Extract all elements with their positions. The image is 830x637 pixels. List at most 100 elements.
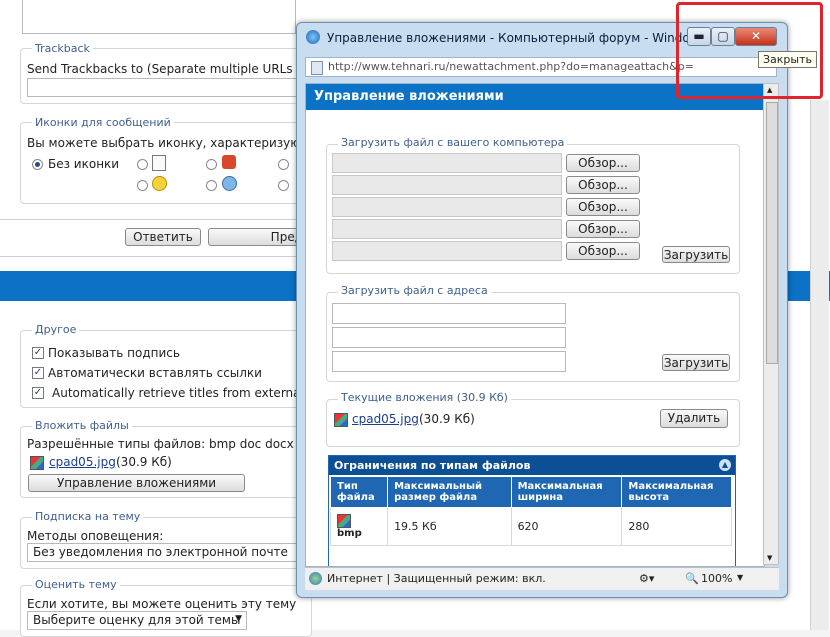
smile-icon	[152, 176, 167, 191]
ie-icon	[306, 30, 320, 44]
auto-titles-checkbox[interactable]: ✓	[32, 387, 44, 399]
auto-links-checkbox[interactable]: ✓	[32, 367, 44, 379]
file-path-input[interactable]	[332, 197, 562, 217]
notify-label: Методы оповещения:	[27, 529, 164, 543]
limits-header-cell: Максимальный размер файла	[387, 476, 512, 508]
other-legend: Другое	[32, 323, 80, 336]
upload-url-button[interactable]: Загрузить	[662, 354, 730, 371]
file-path-input[interactable]	[332, 153, 562, 173]
icon-radio-2[interactable]	[206, 159, 217, 170]
divider	[0, 256, 300, 257]
current-file-link[interactable]: cpad05.jpg	[352, 412, 419, 426]
icons-legend: Иконки для сообщений	[32, 116, 174, 129]
rate-legend: Оценить тему	[32, 578, 120, 591]
show-signature-checkbox[interactable]: ✓	[32, 347, 44, 359]
limits-table: Тип файла Максимальный размер файла Максим…	[329, 476, 732, 546]
url-input-2[interactable]	[332, 327, 566, 348]
current-file-size: (30.9 Кб)	[419, 412, 475, 426]
close-tooltip: Закрыть	[758, 51, 817, 68]
icon-radio-6[interactable]	[278, 180, 289, 191]
browse-button[interactable]: Обзор...	[566, 220, 640, 238]
limits-title: Ограничения по типам файлов	[334, 459, 531, 472]
divider	[0, 219, 300, 220]
page-icon	[311, 61, 323, 75]
auto-titles-label: Automatically retrieve titles from exter…	[52, 386, 311, 400]
limits-title-bar: Ограничения по типам файлов ▲	[329, 456, 735, 475]
rate-select[interactable]: Выберите оценку для этой темы ▼	[27, 611, 247, 630]
limits-panel: Ограничения по типам файлов ▲ Тип файла М…	[328, 455, 736, 566]
icons-description: Вы можете выбрать иконку, характеризующ	[27, 136, 312, 150]
upload-computer-legend: Загрузить файл с вашего компьютера	[338, 136, 568, 149]
url-input-1[interactable]	[332, 303, 566, 324]
bmp-file-icon	[337, 514, 351, 528]
limits-header-cell: Максимальная высота	[621, 476, 732, 508]
image-file-icon	[30, 456, 44, 470]
icon-radio-1[interactable]	[137, 159, 148, 170]
browse-button[interactable]: Обзор...	[566, 198, 640, 216]
url-input-3[interactable]	[332, 351, 566, 372]
browse-button[interactable]: Обзор...	[566, 242, 640, 260]
file-type-label: bmp	[337, 528, 362, 539]
no-icon-label: Без иконки	[48, 157, 120, 171]
rate-description: Если хотите, вы можете оценить эту тему	[27, 597, 297, 611]
icon-radio-5[interactable]	[206, 180, 217, 191]
file-path-input[interactable]	[332, 175, 562, 195]
preview-button[interactable]: Пред	[208, 228, 308, 246]
allowed-types-text: Разрешённые типы файлов: bmp doc docx gi…	[27, 437, 313, 451]
icon-radio-3[interactable]	[278, 159, 289, 170]
cool-icon	[222, 176, 237, 191]
delete-button[interactable]: Удалить	[660, 409, 728, 428]
notify-value: Без уведомления по электронной почте	[33, 545, 288, 559]
limit-size-cell: 19.5 Кб	[387, 507, 512, 546]
security-icon[interactable]: ⚙▾	[639, 572, 654, 585]
no-icon-radio[interactable]	[32, 159, 43, 170]
upload-url-legend: Загрузить файл с адреса	[338, 284, 491, 297]
icon-radio-4[interactable]	[137, 180, 148, 191]
scroll-down-icon[interactable]: ▼	[767, 554, 772, 562]
limits-header-cell: Максимальная ширина	[510, 476, 623, 508]
table-row: bmp 19.5 Кб 620 280	[329, 507, 732, 546]
message-textarea[interactable]	[22, 0, 296, 34]
attach-legend: Вложить файлы	[32, 419, 132, 432]
file-type-cell: bmp	[329, 507, 389, 546]
zoom-level[interactable]: 100%	[701, 572, 732, 585]
thumbs-down-icon	[222, 155, 236, 169]
show-signature-label: Показывать подпись	[48, 346, 180, 360]
scroll-thumb[interactable]	[766, 102, 778, 364]
browse-button[interactable]: Обзор...	[566, 154, 640, 172]
trackback-input[interactable]	[27, 78, 302, 97]
page-scrollbar[interactable]	[810, 100, 829, 630]
limit-height-cell: 280	[621, 507, 732, 546]
rate-select-value: Выберите оценку для этой темы	[33, 613, 241, 627]
limits-header-cell: Тип файла	[329, 476, 389, 508]
upload-file-button[interactable]: Загрузить	[662, 246, 730, 263]
file-path-input[interactable]	[332, 219, 562, 239]
trackback-legend: Trackback	[32, 42, 93, 55]
image-file-icon	[334, 413, 348, 427]
subscribe-legend: Подписка на тему	[32, 510, 144, 523]
notify-select[interactable]: Без уведомления по электронной почте	[27, 543, 302, 562]
limit-width-cell: 620	[510, 507, 623, 546]
magnifier-icon: 🔍	[685, 572, 699, 585]
popup-header-title: Управление вложениями	[314, 89, 504, 104]
manage-attachments-window: Управление вложениями - Компьютерный фор…	[296, 22, 788, 598]
current-attachments-legend: Текущие вложения (30.9 Кб)	[338, 391, 511, 404]
manage-attachments-button[interactable]: Управление вложениями	[28, 474, 245, 492]
chevron-down-icon: ▼	[235, 614, 242, 624]
browse-button[interactable]: Обзор...	[566, 176, 640, 194]
popup-content: Управление вложениями Загрузить файл с в…	[305, 83, 765, 567]
trackback-text: Send Trackbacks to (Separate multiple UR…	[27, 62, 307, 76]
globe-icon	[309, 572, 322, 585]
url-text: http://www.tehnari.ru/newattachment.php?…	[328, 60, 694, 73]
attached-file-link[interactable]: cpad05.jpg	[49, 455, 116, 469]
reply-button[interactable]: Ответить	[125, 228, 201, 246]
window-title: Управление вложениями - Компьютерный фор…	[327, 31, 714, 45]
document-icon	[152, 155, 166, 171]
attached-file-size: (30.9 Кб)	[116, 455, 172, 469]
status-bar: Интернет | Защищенный режим: вкл. ⚙▾ 🔍 1…	[305, 567, 779, 590]
chevron-down-icon[interactable]: ▼	[737, 573, 743, 582]
file-path-input[interactable]	[332, 241, 562, 261]
status-text: Интернет | Защищенный режим: вкл.	[327, 572, 546, 585]
popup-scrollbar[interactable]: ▲ ▼	[763, 83, 779, 565]
collapse-icon[interactable]: ▲	[719, 459, 731, 471]
